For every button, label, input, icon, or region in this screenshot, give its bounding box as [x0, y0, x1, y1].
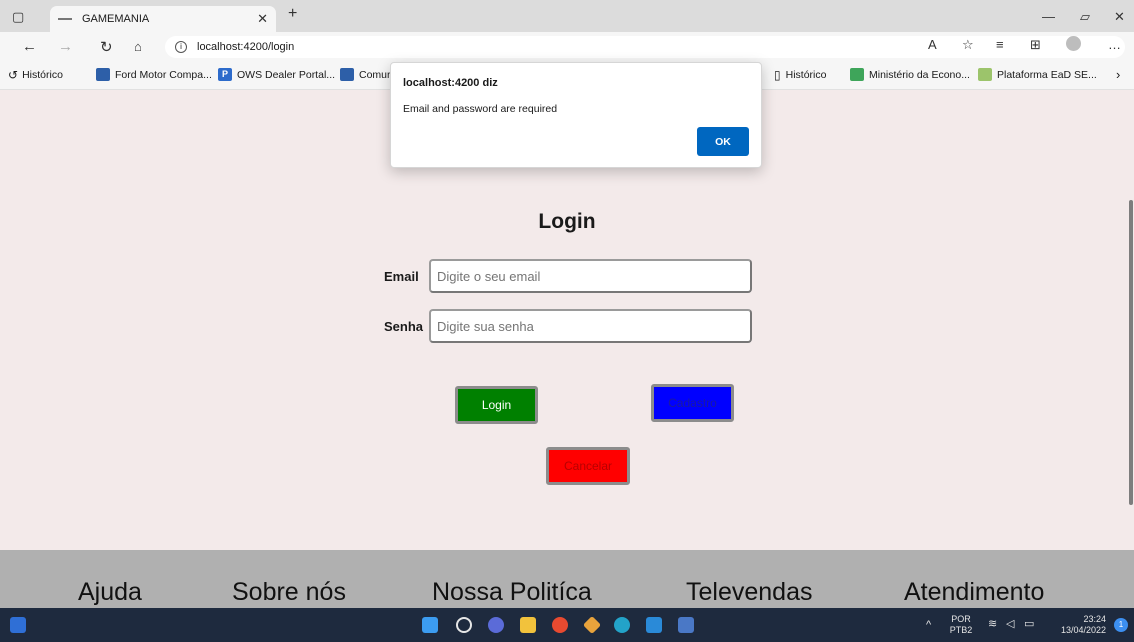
- favorite-comur[interactable]: Comur: [340, 68, 391, 81]
- favorite-historico[interactable]: ↺ Histórico: [8, 68, 63, 82]
- footer-link-politica[interactable]: Nossa Politíca: [432, 578, 592, 607]
- new-tab-icon[interactable]: +: [288, 5, 297, 23]
- email-input[interactable]: [429, 259, 752, 293]
- forward-icon[interactable]: →: [58, 38, 73, 55]
- vscode-icon[interactable]: [646, 617, 662, 633]
- tab-close-icon[interactable]: ✕: [257, 11, 268, 27]
- back-icon[interactable]: ←: [22, 38, 37, 55]
- password-input[interactable]: [429, 309, 752, 343]
- read-aloud-icon[interactable]: A: [928, 37, 937, 52]
- collections-icon[interactable]: ⊞: [1030, 37, 1041, 53]
- comur-icon: [340, 68, 354, 81]
- tab-title: GAMEMANIA: [82, 13, 150, 25]
- footer-link-atendimento[interactable]: Atendimento: [904, 578, 1044, 607]
- chat-icon[interactable]: [488, 617, 504, 633]
- battery-icon[interactable]: ▭: [1024, 619, 1034, 630]
- favorites-overflow-icon[interactable]: ›: [1116, 67, 1120, 82]
- address-bar[interactable]: i localhost:4200/login: [165, 36, 1125, 58]
- favorite-ows[interactable]: P OWS Dealer Portal...: [218, 68, 335, 81]
- ministerio-icon: [850, 68, 864, 81]
- login-button[interactable]: Login: [455, 386, 538, 424]
- favorite-plataforma[interactable]: Plataforma EaD SE...: [978, 68, 1097, 81]
- footer-link-televendas[interactable]: Televendas: [686, 578, 812, 607]
- url-text: localhost:4200/login: [197, 41, 295, 53]
- restore-icon[interactable]: ▱: [1080, 9, 1090, 25]
- email-label: Email: [384, 269, 419, 284]
- footer-link-sobre-nos[interactable]: Sobre nós: [232, 578, 346, 607]
- ford-icon: [96, 68, 110, 81]
- edge-icon[interactable]: [614, 617, 630, 633]
- favorite-ford[interactable]: Ford Motor Compa...: [96, 68, 212, 81]
- tab-actions-icon[interactable]: ▢: [12, 9, 24, 25]
- signup-button[interactable]: Cadastro: [651, 384, 734, 422]
- alert-dialog: localhost:4200 diz Email and password ar…: [390, 62, 762, 168]
- search-icon[interactable]: [456, 617, 472, 633]
- start-icon[interactable]: [422, 617, 438, 633]
- browser-tab-bar: ▢ GAMEMANIA ✕ + — ▱ ✕: [0, 0, 1134, 32]
- dialog-message: Email and password are required: [403, 103, 558, 115]
- volume-icon[interactable]: ◁: [1006, 619, 1014, 630]
- site-info-icon[interactable]: i: [175, 41, 187, 53]
- window-close-icon[interactable]: ✕: [1114, 9, 1125, 25]
- tray-overflow-icon[interactable]: ^: [926, 620, 931, 631]
- notification-badge[interactable]: 1: [1114, 618, 1128, 632]
- dialog-ok-button[interactable]: OK: [697, 127, 749, 156]
- favorites-icon[interactable]: ≡: [996, 37, 1004, 52]
- password-label: Senha: [384, 319, 424, 334]
- chrome-icon[interactable]: [552, 617, 568, 633]
- dialog-title: localhost:4200 diz: [403, 77, 498, 89]
- home-icon[interactable]: ⌂: [134, 39, 142, 54]
- favorite-ministerio[interactable]: Ministério da Econo...: [850, 68, 970, 81]
- cancel-button[interactable]: Cancelar: [546, 447, 630, 485]
- add-favorite-icon[interactable]: ☆: [962, 37, 974, 53]
- widgets-icon[interactable]: [10, 617, 26, 633]
- wifi-icon[interactable]: ≋: [988, 619, 997, 630]
- scrollbar-thumb[interactable]: [1129, 200, 1133, 505]
- footer-link-ajuda[interactable]: Ajuda: [78, 578, 142, 607]
- clock[interactable]: 23:24 13/04/2022: [1050, 614, 1106, 636]
- ows-icon: P: [218, 68, 232, 81]
- file-explorer-icon[interactable]: [520, 617, 536, 633]
- page-icon: ▯: [774, 68, 781, 82]
- refresh-icon[interactable]: ↻: [100, 38, 113, 56]
- favorite-historico-2[interactable]: ▯ Histórico: [774, 68, 826, 82]
- plataforma-icon: [978, 68, 992, 81]
- minimize-icon[interactable]: —: [1042, 9, 1055, 24]
- more-menu-icon[interactable]: …: [1108, 37, 1121, 52]
- history-icon: ↺: [8, 68, 19, 82]
- login-title: Login: [538, 210, 596, 233]
- browser-tab[interactable]: GAMEMANIA ✕: [50, 6, 276, 32]
- notes-icon[interactable]: [678, 617, 694, 633]
- profile-avatar[interactable]: [1066, 36, 1081, 51]
- tab-favicon-icon: [58, 18, 72, 20]
- language-indicator[interactable]: POR PTB2: [944, 614, 978, 636]
